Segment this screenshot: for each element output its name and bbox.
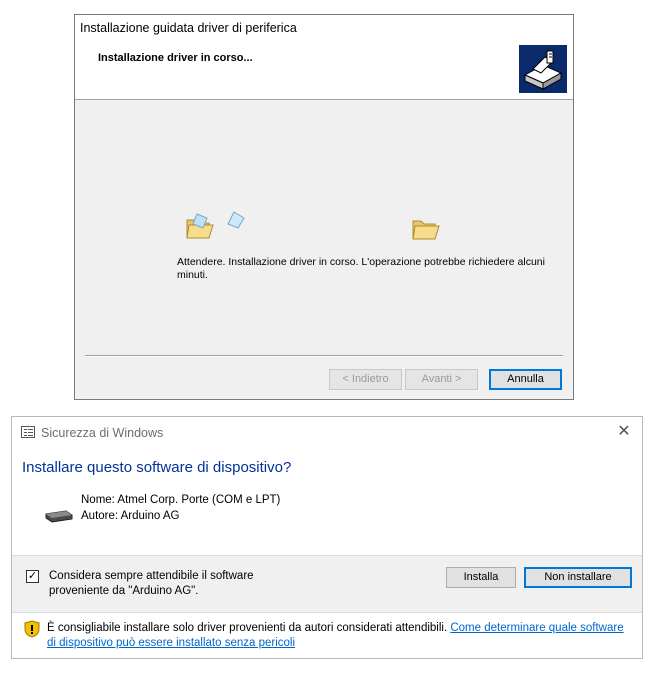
security-title-bar[interactable]: Sicurezza di Windows ✕ xyxy=(12,417,642,449)
device-icon xyxy=(45,510,73,523)
device-author: Autore: Arduino AG xyxy=(81,510,180,522)
source-folder-icon xyxy=(186,213,214,239)
back-button[interactable]: < Indietro xyxy=(329,369,402,390)
trust-options-panel: ✓ Considera sempre attendibile il softwa… xyxy=(12,555,642,613)
flying-document-icon xyxy=(227,211,245,229)
wizard-heading: Installazione driver in corso... xyxy=(98,52,253,64)
driver-install-wizard-window: Installazione guidata driver di periferi… xyxy=(74,14,574,400)
cancel-button[interactable]: Annulla xyxy=(489,369,562,390)
windows-security-dialog: Sicurezza di Windows ✕ Installare questo… xyxy=(11,416,643,659)
install-button[interactable]: Installa xyxy=(446,567,516,588)
close-icon[interactable]: ✕ xyxy=(614,422,634,442)
install-question: Installare questo software di dispositiv… xyxy=(22,459,292,476)
hardware-install-icon xyxy=(519,45,567,93)
always-trust-label[interactable]: Considera sempre attendibile il software… xyxy=(49,569,279,599)
footer-advice-text: È consigliabile installare solo driver p… xyxy=(47,622,451,634)
security-footer: È consigliabile installare solo driver p… xyxy=(47,621,627,651)
wizard-title-bar[interactable]: Installazione guidata driver di periferi… xyxy=(75,15,573,42)
wizard-header: Installazione driver in corso... xyxy=(75,42,573,100)
wizard-separator xyxy=(85,355,563,357)
security-title: Sicurezza di Windows xyxy=(41,426,164,440)
destination-folder-icon xyxy=(412,220,440,240)
dont-install-button[interactable]: Non installare xyxy=(524,567,632,588)
security-window-icon xyxy=(21,426,35,438)
shield-warning-icon xyxy=(24,620,40,638)
device-name: Nome: Atmel Corp. Porte (COM e LPT) xyxy=(81,494,281,506)
wizard-status-message: Attendere. Installazione driver in corso… xyxy=(177,256,545,281)
always-trust-checkbox[interactable]: ✓ xyxy=(26,570,39,583)
next-button[interactable]: Avanti > xyxy=(405,369,478,390)
wizard-title: Installazione guidata driver di periferi… xyxy=(80,21,297,35)
